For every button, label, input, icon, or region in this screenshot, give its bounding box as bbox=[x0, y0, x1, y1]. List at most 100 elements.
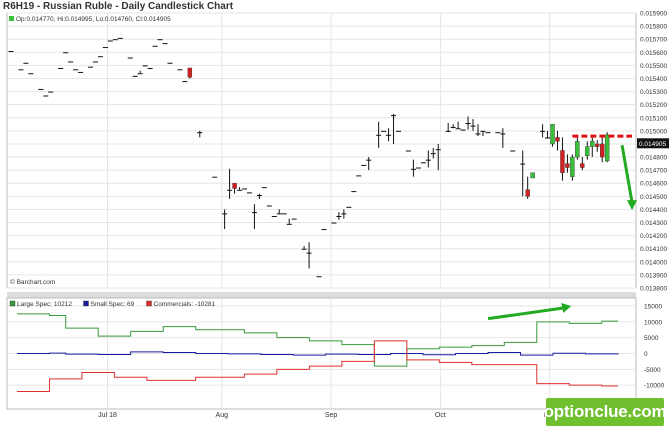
chart-canvas: 0.015900 0.015800 0.015700 0.015600 0.015500… bbox=[6, 11, 669, 419]
candle-body bbox=[470, 125, 476, 127]
cot-legend-swatch bbox=[9, 300, 16, 307]
price-y-tick-label: 0.014000 bbox=[640, 259, 667, 266]
candle-body bbox=[545, 137, 551, 139]
price-y-tick-label: 0.015900 bbox=[640, 11, 667, 18]
candle-body bbox=[460, 129, 466, 131]
candle-body bbox=[286, 223, 292, 225]
cot-y-tick-label: -10000 bbox=[644, 383, 665, 390]
price-y-tick-label: 0.015200 bbox=[640, 102, 667, 109]
price-y-tick-label: 0.014700 bbox=[640, 168, 667, 175]
candle-body bbox=[381, 130, 387, 132]
candle-body bbox=[386, 134, 392, 136]
candle-body bbox=[157, 39, 163, 41]
candle-body bbox=[177, 69, 183, 71]
price-y-tick-label: 0.014600 bbox=[640, 181, 667, 188]
candle-body bbox=[391, 115, 397, 117]
candle-body bbox=[336, 215, 342, 217]
candle-body bbox=[261, 187, 267, 189]
candle-body bbox=[410, 168, 416, 170]
candle-body bbox=[420, 162, 426, 164]
candle-body bbox=[585, 146, 590, 156]
price-panel bbox=[6, 12, 637, 289]
x-tick-label: Oct bbox=[435, 412, 446, 419]
candle-body bbox=[306, 252, 312, 254]
candle-body bbox=[455, 128, 461, 130]
candle-body bbox=[147, 68, 153, 69]
candle-body bbox=[142, 65, 148, 67]
candle-body bbox=[351, 191, 357, 193]
price-y-tick-label: 0.014400 bbox=[640, 207, 667, 214]
candle-body bbox=[132, 75, 138, 77]
candle-body bbox=[500, 133, 506, 135]
candle-body bbox=[366, 159, 372, 161]
candle-body bbox=[266, 205, 272, 207]
price-y-tick-label: 0.013900 bbox=[640, 272, 667, 279]
candle-body bbox=[63, 52, 69, 54]
candle-body bbox=[68, 61, 74, 63]
candle-body bbox=[182, 81, 188, 83]
cot-y-tick-label: -5000 bbox=[644, 367, 661, 374]
candle-body bbox=[405, 150, 411, 152]
candle-body bbox=[565, 163, 570, 168]
candle-body bbox=[550, 124, 555, 145]
candle-body bbox=[520, 163, 526, 165]
price-y-tick-label: 0.014300 bbox=[640, 220, 667, 227]
candle-body bbox=[396, 130, 402, 132]
candle-body bbox=[276, 213, 282, 215]
candle-body bbox=[251, 212, 257, 214]
candle-body bbox=[346, 206, 352, 208]
price-y-tick-label: 0.014100 bbox=[640, 246, 667, 253]
cot-legend-label: Commercials: -10281 bbox=[154, 301, 216, 308]
candle-body bbox=[73, 69, 79, 71]
candle-body bbox=[162, 43, 168, 45]
candle-body bbox=[530, 172, 535, 179]
cot-y-tick-label: 0 bbox=[644, 351, 648, 358]
candle-body bbox=[232, 183, 237, 189]
chart-root: R6H19 - Russian Ruble - Daily Candlestic… bbox=[0, 0, 670, 431]
candle-body bbox=[43, 95, 49, 97]
watermark-logo: optionclue.com bbox=[544, 398, 667, 426]
candle-body bbox=[575, 141, 580, 158]
price-y-tick-label: 0.015700 bbox=[640, 37, 667, 44]
candle-body bbox=[450, 126, 456, 128]
candle-body bbox=[107, 40, 113, 42]
candle-body bbox=[92, 61, 98, 63]
x-tick-label: Aug bbox=[216, 412, 229, 419]
candle-body bbox=[415, 167, 421, 169]
candle-body bbox=[604, 134, 610, 162]
candle-body bbox=[187, 67, 193, 78]
candle-body bbox=[291, 218, 297, 220]
cot-y-tick-label: 10000 bbox=[644, 319, 662, 326]
price-y-tick-label: 0.015300 bbox=[640, 89, 667, 96]
candle-body bbox=[197, 132, 203, 134]
candle-body bbox=[316, 276, 322, 278]
price-y-tick-label: 0.014500 bbox=[640, 194, 667, 201]
candle-body bbox=[23, 62, 29, 64]
candle-body bbox=[38, 88, 44, 90]
candle-body bbox=[222, 213, 228, 215]
candle-body bbox=[485, 132, 491, 134]
candle-body bbox=[112, 39, 118, 41]
candle-body bbox=[18, 69, 24, 71]
candle-body bbox=[555, 137, 560, 142]
x-tick-label: Sep bbox=[325, 412, 338, 419]
candle-body bbox=[361, 164, 367, 166]
candle-body bbox=[595, 143, 600, 147]
candle-body bbox=[525, 189, 530, 197]
candle-body bbox=[58, 68, 64, 69]
ohlc-legend-swatch bbox=[9, 16, 14, 21]
cot-legend-swatch bbox=[146, 300, 152, 307]
candle-body bbox=[78, 71, 84, 73]
price-y-tick-label: 0.013800 bbox=[640, 286, 667, 293]
candle-body bbox=[127, 57, 133, 59]
candle-body bbox=[212, 176, 218, 178]
x-tick-label: Jul 18 bbox=[98, 412, 117, 419]
price-y-tick-label: 0.015800 bbox=[640, 24, 667, 31]
candle-body bbox=[137, 73, 143, 75]
candle-body bbox=[48, 91, 54, 93]
price-y-tick-label: 0.015000 bbox=[640, 128, 667, 135]
candle-body bbox=[331, 222, 337, 224]
candle-body bbox=[445, 130, 451, 132]
candle-body bbox=[321, 229, 327, 231]
price-y-tick-label: 0.015400 bbox=[640, 76, 667, 83]
